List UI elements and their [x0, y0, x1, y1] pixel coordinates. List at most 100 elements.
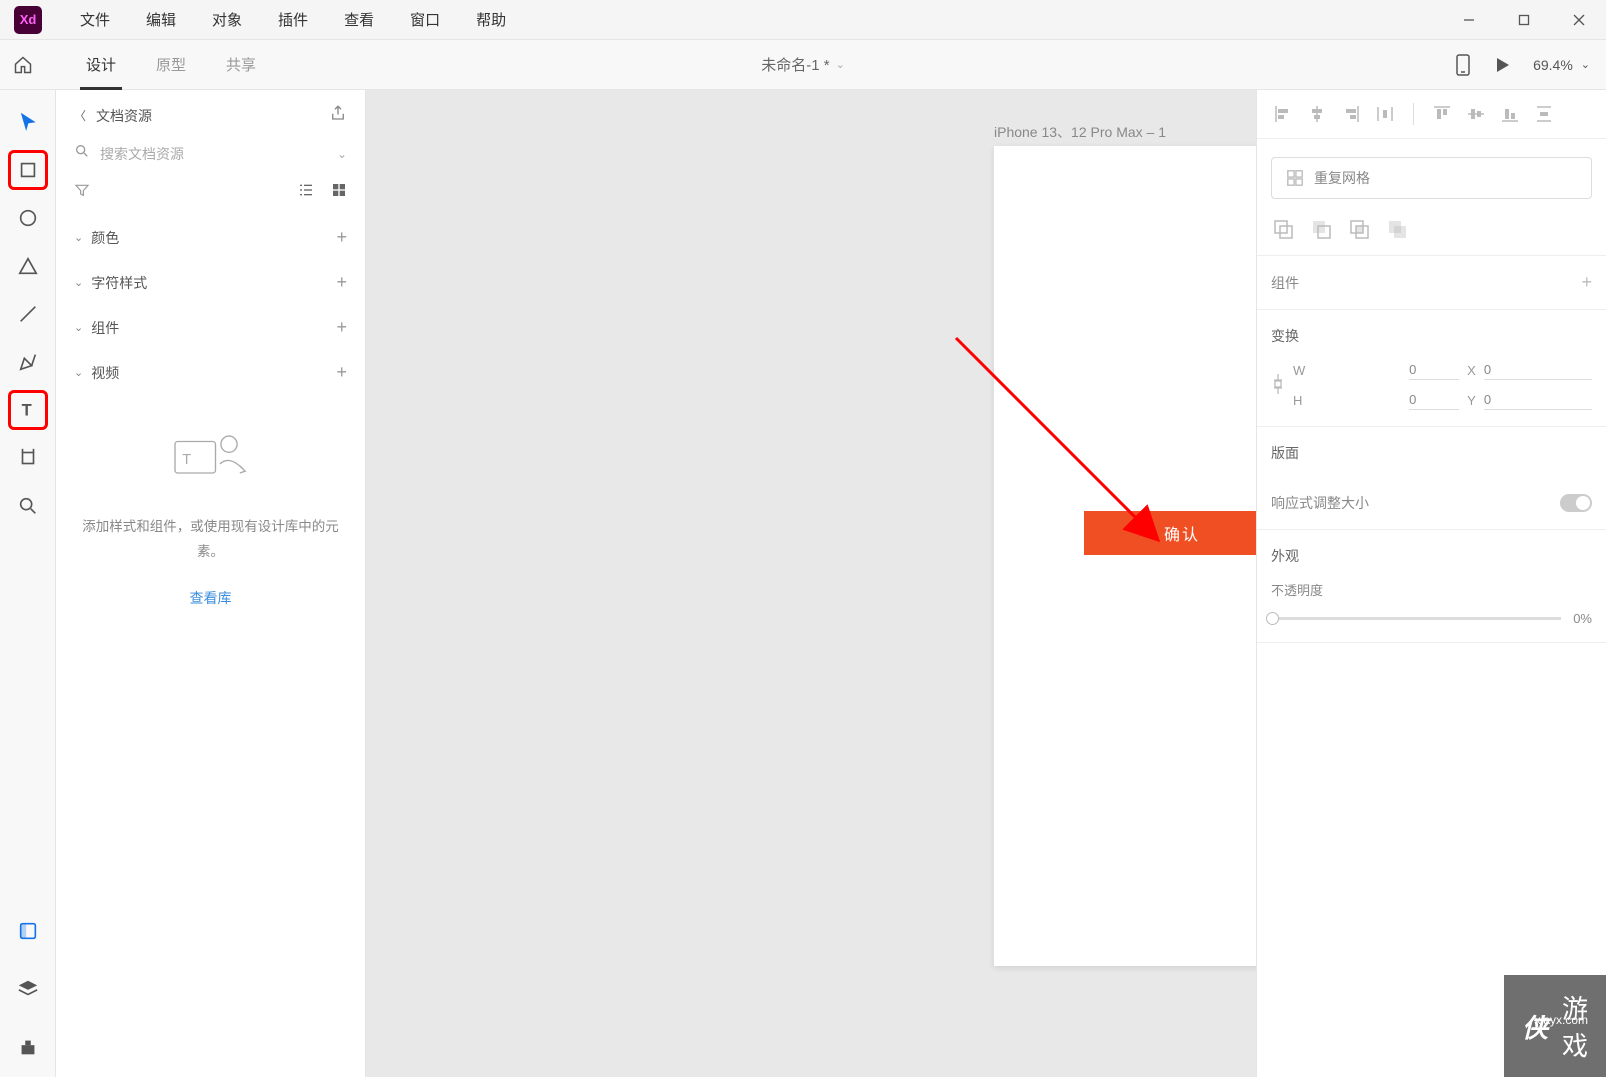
section-video[interactable]: ⌄ 视频 + — [56, 350, 365, 395]
align-right-icon[interactable] — [1339, 102, 1363, 126]
minimize-button[interactable] — [1441, 0, 1496, 40]
line-tool[interactable] — [8, 294, 48, 334]
plugins-panel-button[interactable] — [8, 1027, 48, 1067]
intersect-icon[interactable] — [1347, 217, 1371, 241]
app-logo: Xd — [14, 6, 42, 34]
zoom-control[interactable]: 69.4% ⌄ — [1533, 57, 1590, 73]
chevron-down-icon: ⌄ — [74, 276, 83, 289]
menu-object[interactable]: 对象 — [194, 0, 260, 40]
transform-label: 变换 — [1271, 326, 1592, 346]
y-label: Y — [1467, 393, 1476, 408]
view-library-link[interactable]: 查看库 — [76, 585, 345, 612]
chevron-down-icon[interactable]: ⌄ — [337, 147, 347, 161]
select-tool[interactable] — [8, 102, 48, 142]
opacity-slider[interactable] — [1271, 617, 1561, 620]
play-icon[interactable] — [1493, 56, 1511, 74]
layout-section: 版面 — [1257, 427, 1606, 477]
y-input[interactable]: 0 — [1484, 390, 1592, 410]
section-label: 视频 — [91, 363, 119, 383]
add-icon[interactable]: + — [336, 227, 347, 248]
height-input[interactable]: 0 — [1409, 390, 1459, 410]
responsive-toggle[interactable] — [1560, 494, 1592, 512]
width-input[interactable]: 0 — [1409, 360, 1459, 380]
subtract-icon[interactable] — [1309, 217, 1333, 241]
distribute-h-icon[interactable] — [1373, 102, 1397, 126]
home-icon — [13, 55, 33, 75]
section-char-styles[interactable]: ⌄字符样式+ — [56, 260, 365, 305]
tab-prototype[interactable]: 原型 — [136, 40, 206, 90]
text-tool[interactable]: T — [8, 390, 48, 430]
add-icon[interactable]: + — [336, 272, 347, 293]
component-label: 组件 — [1271, 273, 1299, 293]
appearance-label: 外观 — [1271, 546, 1592, 566]
search-icon — [74, 143, 90, 164]
zoom-tool[interactable] — [8, 486, 48, 526]
tab-design[interactable]: 设计 — [66, 40, 136, 90]
align-center-h-icon[interactable] — [1305, 102, 1329, 126]
opacity-value: 0% — [1573, 611, 1592, 626]
align-left-icon[interactable] — [1271, 102, 1295, 126]
x-input[interactable]: 0 — [1484, 360, 1592, 380]
tab-share[interactable]: 共享 — [206, 40, 276, 90]
width-label: W — [1293, 363, 1401, 378]
svg-text:T: T — [182, 452, 191, 468]
title-bar: Xd 文件 编辑 对象 插件 查看 窗口 帮助 — [0, 0, 1606, 40]
menu-plugins[interactable]: 插件 — [260, 0, 326, 40]
assets-panel-button[interactable] — [8, 911, 48, 951]
menu-window[interactable]: 窗口 — [392, 0, 458, 40]
pen-tool[interactable] — [8, 342, 48, 382]
appearance-section: 外观 不透明度 0% — [1257, 530, 1606, 643]
boolean-ops — [1257, 209, 1606, 256]
canvas[interactable]: iPhone 13、12 Pro Max – 1 确认 — [366, 90, 1256, 1077]
toolbar: 设计 原型 共享 未命名-1 * ⌄ 69.4% ⌄ — [0, 40, 1606, 90]
chevron-down-icon: ⌄ — [836, 58, 845, 71]
artboard-tool[interactable] — [8, 438, 48, 478]
share-icon[interactable] — [329, 104, 347, 127]
layers-panel-button[interactable] — [8, 969, 48, 1009]
assets-panel: 〈 文档资源 ⌄ ⌄颜色+ ⌄字符样式+ ⌄组件+ ⌄视频+ — [56, 90, 366, 1077]
ellipse-tool[interactable] — [8, 198, 48, 238]
maximize-button[interactable] — [1496, 0, 1551, 40]
close-button[interactable] — [1551, 0, 1606, 40]
section-label: 颜色 — [91, 228, 119, 248]
menu-bar: 文件 编辑 对象 插件 查看 窗口 帮助 — [62, 0, 524, 40]
rectangle-tool[interactable] — [8, 150, 48, 190]
back-button[interactable]: 〈 — [74, 107, 86, 124]
chevron-down-icon: ⌄ — [74, 321, 83, 334]
transform-section: 变换 W 0 X 0 H 0 Y 0 — [1257, 310, 1606, 427]
tool-strip: T — [0, 90, 56, 1077]
add-icon[interactable]: + — [1581, 272, 1592, 293]
polygon-tool[interactable] — [8, 246, 48, 286]
repeat-grid-button[interactable]: 重复网格 — [1271, 157, 1592, 199]
home-button[interactable] — [0, 55, 46, 75]
artboard-label[interactable]: iPhone 13、12 Pro Max – 1 — [994, 122, 1166, 142]
svg-text:T: T — [21, 402, 31, 420]
mobile-preview-icon[interactable] — [1455, 54, 1471, 76]
artboard[interactable]: 确认 — [994, 146, 1256, 966]
section-components[interactable]: ⌄组件+ — [56, 305, 365, 350]
chevron-down-icon: ⌄ — [74, 366, 83, 379]
document-title[interactable]: 未命名-1 * ⌄ — [761, 54, 845, 75]
filter-icon[interactable] — [74, 182, 90, 203]
add-icon[interactable]: + — [336, 362, 347, 383]
confirm-button[interactable]: 确认 — [1084, 511, 1256, 555]
search-input[interactable] — [100, 146, 327, 162]
grid-view-icon[interactable] — [331, 182, 347, 203]
union-icon[interactable] — [1271, 217, 1295, 241]
align-bottom-icon[interactable] — [1498, 102, 1522, 126]
repeat-grid-label: 重复网格 — [1314, 168, 1370, 188]
menu-view[interactable]: 查看 — [326, 0, 392, 40]
lock-icon[interactable] — [1271, 372, 1285, 399]
distribute-v-icon[interactable] — [1532, 102, 1556, 126]
section-colors[interactable]: ⌄颜色+ — [56, 215, 365, 260]
align-center-v-icon[interactable] — [1464, 102, 1488, 126]
properties-panel: 重复网格 组件 + 变换 W 0 X — [1256, 90, 1606, 1077]
menu-edit[interactable]: 编辑 — [128, 0, 194, 40]
align-top-icon[interactable] — [1430, 102, 1454, 126]
menu-file[interactable]: 文件 — [62, 0, 128, 40]
add-icon[interactable]: + — [336, 317, 347, 338]
list-view-icon[interactable] — [297, 182, 315, 203]
menu-help[interactable]: 帮助 — [458, 0, 524, 40]
empty-text: 添加样式和组件，或使用现有设计库中的元素。 — [76, 514, 345, 565]
exclude-icon[interactable] — [1385, 217, 1409, 241]
